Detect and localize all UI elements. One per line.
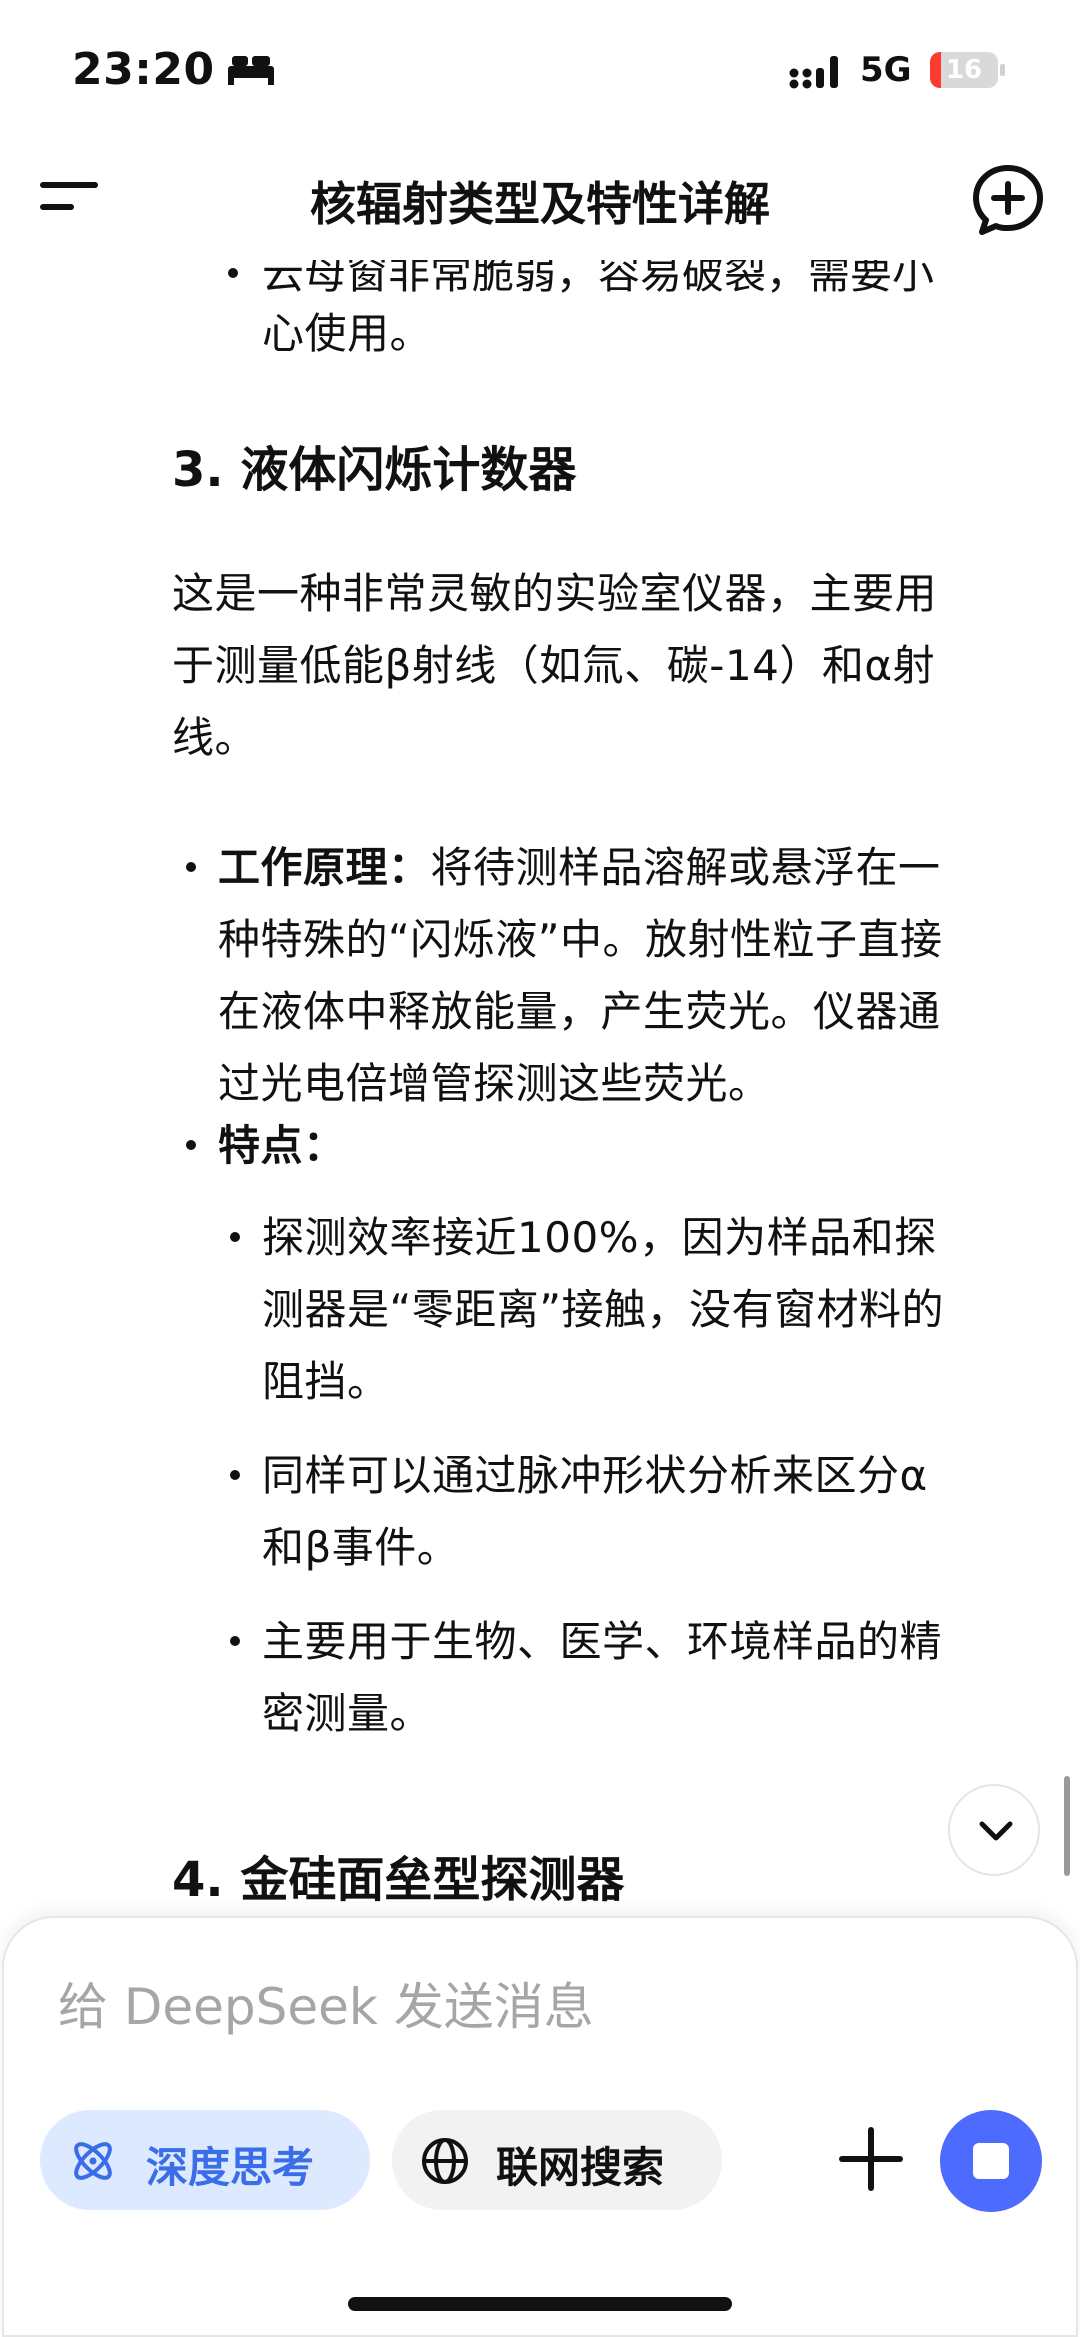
paragraph-line: 这是一种非常灵敏的实验室仪器，主要用 [172,569,938,618]
paragraph-line: 线。 [172,713,258,762]
battery-level: 16 [945,55,983,85]
principle-label: 工作原理： [218,843,431,892]
web-search-button[interactable]: 联网搜索 [392,2110,722,2210]
stop-button[interactable] [940,2110,1042,2212]
globe-icon [422,2138,468,2184]
bullet-dot [230,1470,240,1480]
bed-icon [228,56,274,85]
screen: 23:20 5G 16 核辐射类型及特性详解 云母窗非常脆弱，容易破裂，需要小 … [0,0,1080,2337]
feature-line: 测器是“零距离”接触，没有窗材料的 [262,1285,945,1334]
feature-line: 和β事件。 [262,1523,460,1572]
stop-icon [973,2143,1009,2179]
section-heading: 3. 液体闪烁计数器 [172,442,577,498]
chevron-down-icon [979,1821,1013,1841]
deep-think-button[interactable]: 深度思考 [40,2110,370,2210]
list-item-line: 种特殊的“闪烁液”中。放射性粒子直接 [218,915,943,964]
network-label: 5G [860,50,912,90]
bullet-dot [230,1232,240,1242]
message-composer: 深度思考 联网搜索 [2,1916,1078,2337]
scrollbar[interactable] [1064,1776,1070,1876]
bullet-dot [186,862,196,872]
home-indicator[interactable] [348,2297,732,2311]
feature-line: 主要用于生物、医学、环境样品的精 [262,1617,943,1666]
battery-icon: 16 [930,50,1006,90]
signal-icon [789,56,838,89]
feature-line: 探测效率接近100%，因为样品和探 [262,1213,937,1262]
list-item-line: 在液体中释放能量，产生荧光。仪器通 [218,987,941,1036]
status-time: 23:20 [72,44,215,95]
deep-think-label: 深度思考 [146,2143,315,2192]
feature-line: 阻挡。 [262,1357,390,1406]
principle-text: 将待测样品溶解或悬浮在一 [430,843,941,892]
feature-line: 密测量。 [262,1689,433,1738]
new-chat-icon[interactable] [968,160,1048,240]
status-bar: 23:20 5G 16 [0,0,1080,140]
paragraph-line: 于测量低能β射线（如氚、碳-14）和α射 [172,641,936,690]
chat-header: 核辐射类型及特性详解 [0,140,1080,260]
bullet-dot [228,268,238,278]
plus-icon[interactable] [830,2118,912,2200]
menu-button[interactable] [36,174,106,224]
chat-content[interactable]: 云母窗非常脆弱，容易破裂，需要小 心使用。 3. 液体闪烁计数器 这是一种非常灵… [0,230,1080,1910]
scroll-down-button[interactable] [948,1784,1040,1876]
features-label: 特点： [218,1121,346,1170]
bullet-dot [186,1140,196,1150]
bullet-dot [230,1636,240,1646]
text-line: 心使用。 [262,309,433,358]
web-search-label: 联网搜索 [496,2143,665,2192]
menu-icon [40,182,98,188]
section-heading: 4. 金硅面垒型探测器 [172,1852,625,1908]
feature-line: 同样可以通过脉冲形状分析来区分α [262,1451,928,1500]
list-item: 工作原理：将待测样品溶解或悬浮在一 [218,832,941,904]
message-input[interactable] [58,1972,998,2042]
atom-icon [74,2142,112,2180]
chat-title: 核辐射类型及特性详解 [310,177,770,231]
